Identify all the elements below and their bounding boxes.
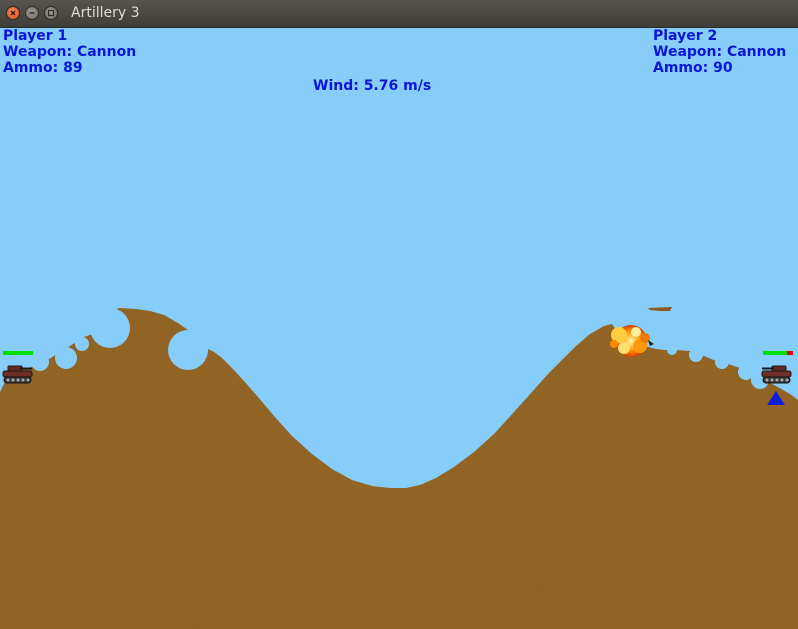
- game-window: Artillery 3 Player 1 Weapon: Cannon Ammo…: [0, 0, 798, 629]
- player2-ammo: Ammo: 90: [653, 60, 733, 76]
- close-button[interactable]: [6, 6, 20, 20]
- minimize-icon: [29, 12, 35, 14]
- window-title: Artillery 3: [71, 5, 140, 21]
- close-icon: [10, 10, 16, 16]
- player2-weapon: Weapon: Cannon: [653, 44, 787, 60]
- player1-name: Player 1: [3, 28, 68, 44]
- maximize-button[interactable]: [44, 6, 58, 20]
- player1-hud: Player 1 Weapon: Cannon Ammo: 89: [3, 28, 136, 76]
- game-canvas[interactable]: Player 1 Weapon: Cannon Ammo: 89 Player …: [0, 28, 798, 629]
- player2-hud: Player 2 Weapon: Cannon Ammo: 90: [653, 28, 786, 76]
- player2-tank: [761, 365, 792, 384]
- minimize-button[interactable]: [25, 6, 39, 20]
- title-bar[interactable]: Artillery 3: [0, 0, 798, 28]
- player2-name: Player 2: [653, 28, 718, 44]
- battlefield: [0, 307, 798, 629]
- player1-tank: [2, 365, 33, 384]
- player1-health-bar: [3, 351, 33, 355]
- player2-health-bar: [763, 351, 793, 355]
- floating-debris: [648, 307, 672, 311]
- wind-indicator: Wind: 5.76 m/s: [313, 78, 432, 94]
- player1-weapon: Weapon: Cannon: [3, 44, 137, 60]
- player1-ammo: Ammo: 89: [3, 60, 83, 76]
- maximize-icon: [47, 9, 55, 17]
- terrain: [0, 308, 798, 629]
